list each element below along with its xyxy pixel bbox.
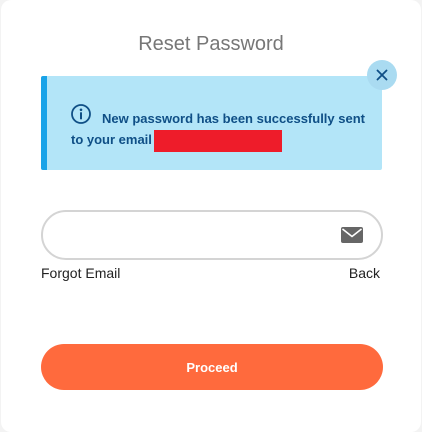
alert-close-button[interactable] bbox=[367, 60, 397, 90]
email-field-wrapper bbox=[41, 210, 383, 260]
alert-message-container: New password has been successfully sent … bbox=[71, 108, 371, 152]
success-alert: New password has been successfully sent … bbox=[41, 76, 382, 170]
redacted-email bbox=[153, 129, 282, 152]
reset-password-card: Reset Password New password has been suc… bbox=[1, 0, 421, 432]
email-field[interactable] bbox=[61, 212, 335, 260]
page-title: Reset Password bbox=[138, 33, 284, 55]
envelope-icon bbox=[341, 227, 363, 243]
close-icon bbox=[376, 69, 388, 81]
back-link[interactable]: Back bbox=[349, 265, 380, 281]
forgot-email-link[interactable]: Forgot Email bbox=[41, 265, 120, 281]
proceed-button[interactable]: Proceed bbox=[41, 344, 383, 390]
